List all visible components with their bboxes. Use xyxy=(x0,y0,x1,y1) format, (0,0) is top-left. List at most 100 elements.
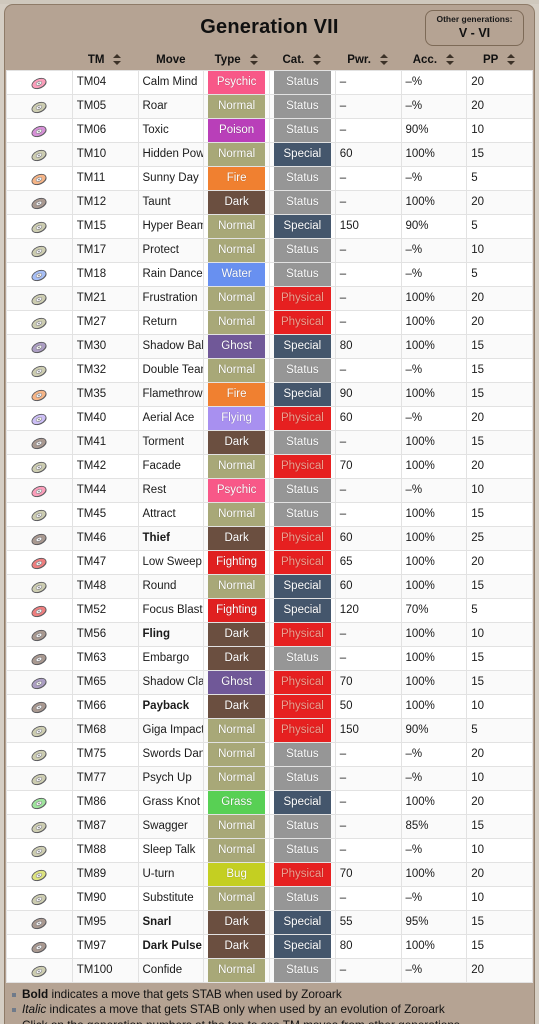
move-name[interactable]: Swords Dance xyxy=(137,741,205,767)
table-row[interactable]: TM56 Fling Dark Physical –100% 10 xyxy=(6,621,533,647)
move-type-cell[interactable]: Dark xyxy=(203,645,270,671)
table-row[interactable]: TM06 Toxic Poison Status –90% 10 xyxy=(6,117,533,143)
move-type-cell[interactable]: Normal xyxy=(203,885,270,911)
table-row[interactable]: TM46 Thief Dark Physical 60 100% 25 xyxy=(6,525,533,551)
table-row[interactable]: TM66 Payback Dark Physical 50 100% 10 xyxy=(6,693,533,719)
move-name[interactable]: Low Sweep xyxy=(137,549,205,575)
column-header-cat[interactable]: Cat. xyxy=(269,50,336,70)
table-row[interactable]: TM05 Roar Normal Status – –% 20 xyxy=(6,93,533,119)
generation-link-vi[interactable]: VI xyxy=(478,26,490,40)
move-name[interactable]: Substitute xyxy=(137,885,205,911)
move-name[interactable]: Giga Impact xyxy=(137,717,205,743)
move-category-cell[interactable]: Status xyxy=(269,957,336,983)
move-name[interactable]: Aerial Ace xyxy=(137,405,205,431)
move-name[interactable]: U-turn xyxy=(137,861,205,887)
move-type-cell[interactable]: Dark xyxy=(203,933,270,959)
table-row[interactable]: TM97 Dark Pulse Dark Special 80 100% 15 xyxy=(6,933,533,959)
column-header-pp[interactable]: PP xyxy=(466,50,533,70)
move-category-cell[interactable]: Status xyxy=(269,261,336,287)
move-category-cell[interactable]: Status xyxy=(269,357,336,383)
move-name[interactable]: Shadow Ball xyxy=(137,333,205,359)
table-row[interactable]: TM17 Protect Normal Status – –% 10 xyxy=(6,237,533,263)
move-category-cell[interactable]: Special xyxy=(269,909,336,935)
move-type-cell[interactable]: Normal xyxy=(203,765,270,791)
move-category-cell[interactable]: Status xyxy=(269,429,336,455)
table-row[interactable]: TM87 Swagger Normal Status –85% 15 xyxy=(6,813,533,839)
move-type-cell[interactable]: Normal xyxy=(203,285,270,311)
move-name[interactable]: Roar xyxy=(137,93,205,119)
move-name[interactable]: Return xyxy=(137,309,205,335)
move-name[interactable]: Attract xyxy=(137,501,205,527)
move-category-cell[interactable]: Physical xyxy=(269,453,336,479)
other-generations-links[interactable]: V - VI xyxy=(459,26,490,41)
move-name[interactable]: Psych Up xyxy=(137,765,205,791)
move-type-cell[interactable]: Normal xyxy=(203,453,270,479)
move-type-cell[interactable]: Dark xyxy=(203,525,270,551)
move-type-cell[interactable]: Dark xyxy=(203,909,270,935)
table-row[interactable]: TM88 Sleep Talk Normal Status – –% 10 xyxy=(6,837,533,863)
move-name[interactable]: Rest xyxy=(137,477,205,503)
move-category-cell[interactable]: Special xyxy=(269,573,336,599)
table-row[interactable]: TM40 Aerial Ace Flying Physical 60 –% 20 xyxy=(6,405,533,431)
move-type-cell[interactable]: Normal xyxy=(203,141,270,167)
sort-arrows-icon[interactable] xyxy=(446,54,455,66)
move-category-cell[interactable]: Physical xyxy=(269,309,336,335)
move-category-cell[interactable]: Physical xyxy=(269,285,336,311)
move-category-cell[interactable]: Status xyxy=(269,237,336,263)
table-row[interactable]: TM27 Return Normal Physical –100% 20 xyxy=(6,309,533,335)
move-type-cell[interactable]: Bug xyxy=(203,861,270,887)
move-type-cell[interactable]: Normal xyxy=(203,93,270,119)
move-category-cell[interactable]: Special xyxy=(269,381,336,407)
move-name[interactable]: Shadow Claw xyxy=(137,669,205,695)
move-name[interactable]: Dark Pulse xyxy=(137,933,205,959)
move-category-cell[interactable]: Status xyxy=(269,189,336,215)
move-category-cell[interactable]: Special xyxy=(269,213,336,239)
move-name[interactable]: Sleep Talk xyxy=(137,837,205,863)
move-name[interactable]: Thief xyxy=(137,525,205,551)
column-header-tm[interactable]: TM xyxy=(72,50,138,70)
move-type-cell[interactable]: Normal xyxy=(203,717,270,743)
move-type-cell[interactable]: Dark xyxy=(203,693,270,719)
move-name[interactable]: Embargo xyxy=(137,645,205,671)
move-type-cell[interactable]: Grass xyxy=(203,789,270,815)
table-row[interactable]: TM45 Attract Normal Status –100% 15 xyxy=(6,501,533,527)
move-type-cell[interactable]: Fighting xyxy=(203,549,270,575)
move-type-cell[interactable]: Psychic xyxy=(203,477,270,503)
table-row[interactable]: TM42 Facade Normal Physical 70 100% 20 xyxy=(6,453,533,479)
table-row[interactable]: TM11 Sunny Day Fire Status – –% 5 xyxy=(6,165,533,191)
move-category-cell[interactable]: Special xyxy=(269,933,336,959)
table-row[interactable]: TM21 Frustration Normal Physical –100% 20 xyxy=(6,285,533,311)
move-category-cell[interactable]: Status xyxy=(269,741,336,767)
move-name[interactable]: Swagger xyxy=(137,813,205,839)
move-name[interactable]: Hidden Power xyxy=(137,141,205,167)
table-row[interactable]: TM86 Grass Knot Grass Special –100% 20 xyxy=(6,789,533,815)
table-row[interactable]: TM68 Giga Impact Normal Physical 150 90% 5 xyxy=(6,717,533,743)
move-type-cell[interactable]: Ghost xyxy=(203,333,270,359)
move-name[interactable]: Protect xyxy=(137,237,205,263)
sort-arrows-icon[interactable] xyxy=(507,54,516,66)
move-type-cell[interactable]: Normal xyxy=(203,741,270,767)
move-category-cell[interactable]: Special xyxy=(269,333,336,359)
move-type-cell[interactable]: Normal xyxy=(203,501,270,527)
move-name[interactable]: Payback xyxy=(137,693,205,719)
move-category-cell[interactable]: Special xyxy=(269,789,336,815)
move-category-cell[interactable]: Physical xyxy=(269,405,336,431)
move-type-cell[interactable]: Normal xyxy=(203,309,270,335)
move-type-cell[interactable]: Ghost xyxy=(203,669,270,695)
move-type-cell[interactable]: Flying xyxy=(203,405,270,431)
move-name[interactable]: Hyper Beam xyxy=(137,213,205,239)
move-name[interactable]: Round xyxy=(137,573,205,599)
move-category-cell[interactable]: Status xyxy=(269,765,336,791)
move-category-cell[interactable]: Physical xyxy=(269,717,336,743)
table-row[interactable]: TM30 Shadow Ball Ghost Special 80 100% 15 xyxy=(6,333,533,359)
table-row[interactable]: TM35FlamethrowerFire Special90100%15 xyxy=(6,381,533,407)
move-name[interactable]: Flamethrower xyxy=(137,381,205,407)
table-row[interactable]: TM44 Rest Psychic Status – –% 10 xyxy=(6,477,533,503)
move-category-cell[interactable]: Physical xyxy=(269,621,336,647)
table-row[interactable]: TM47 Low Sweep Fighting Physical 65 100% 20 xyxy=(6,549,533,575)
sort-arrows-icon[interactable] xyxy=(113,54,122,66)
table-row[interactable]: TM48 Round Normal Special 60 100% 15 xyxy=(6,573,533,599)
move-type-cell[interactable]: Fire xyxy=(203,381,270,407)
move-category-cell[interactable]: Status xyxy=(269,885,336,911)
column-header-pwr[interactable]: Pwr. xyxy=(335,50,401,70)
